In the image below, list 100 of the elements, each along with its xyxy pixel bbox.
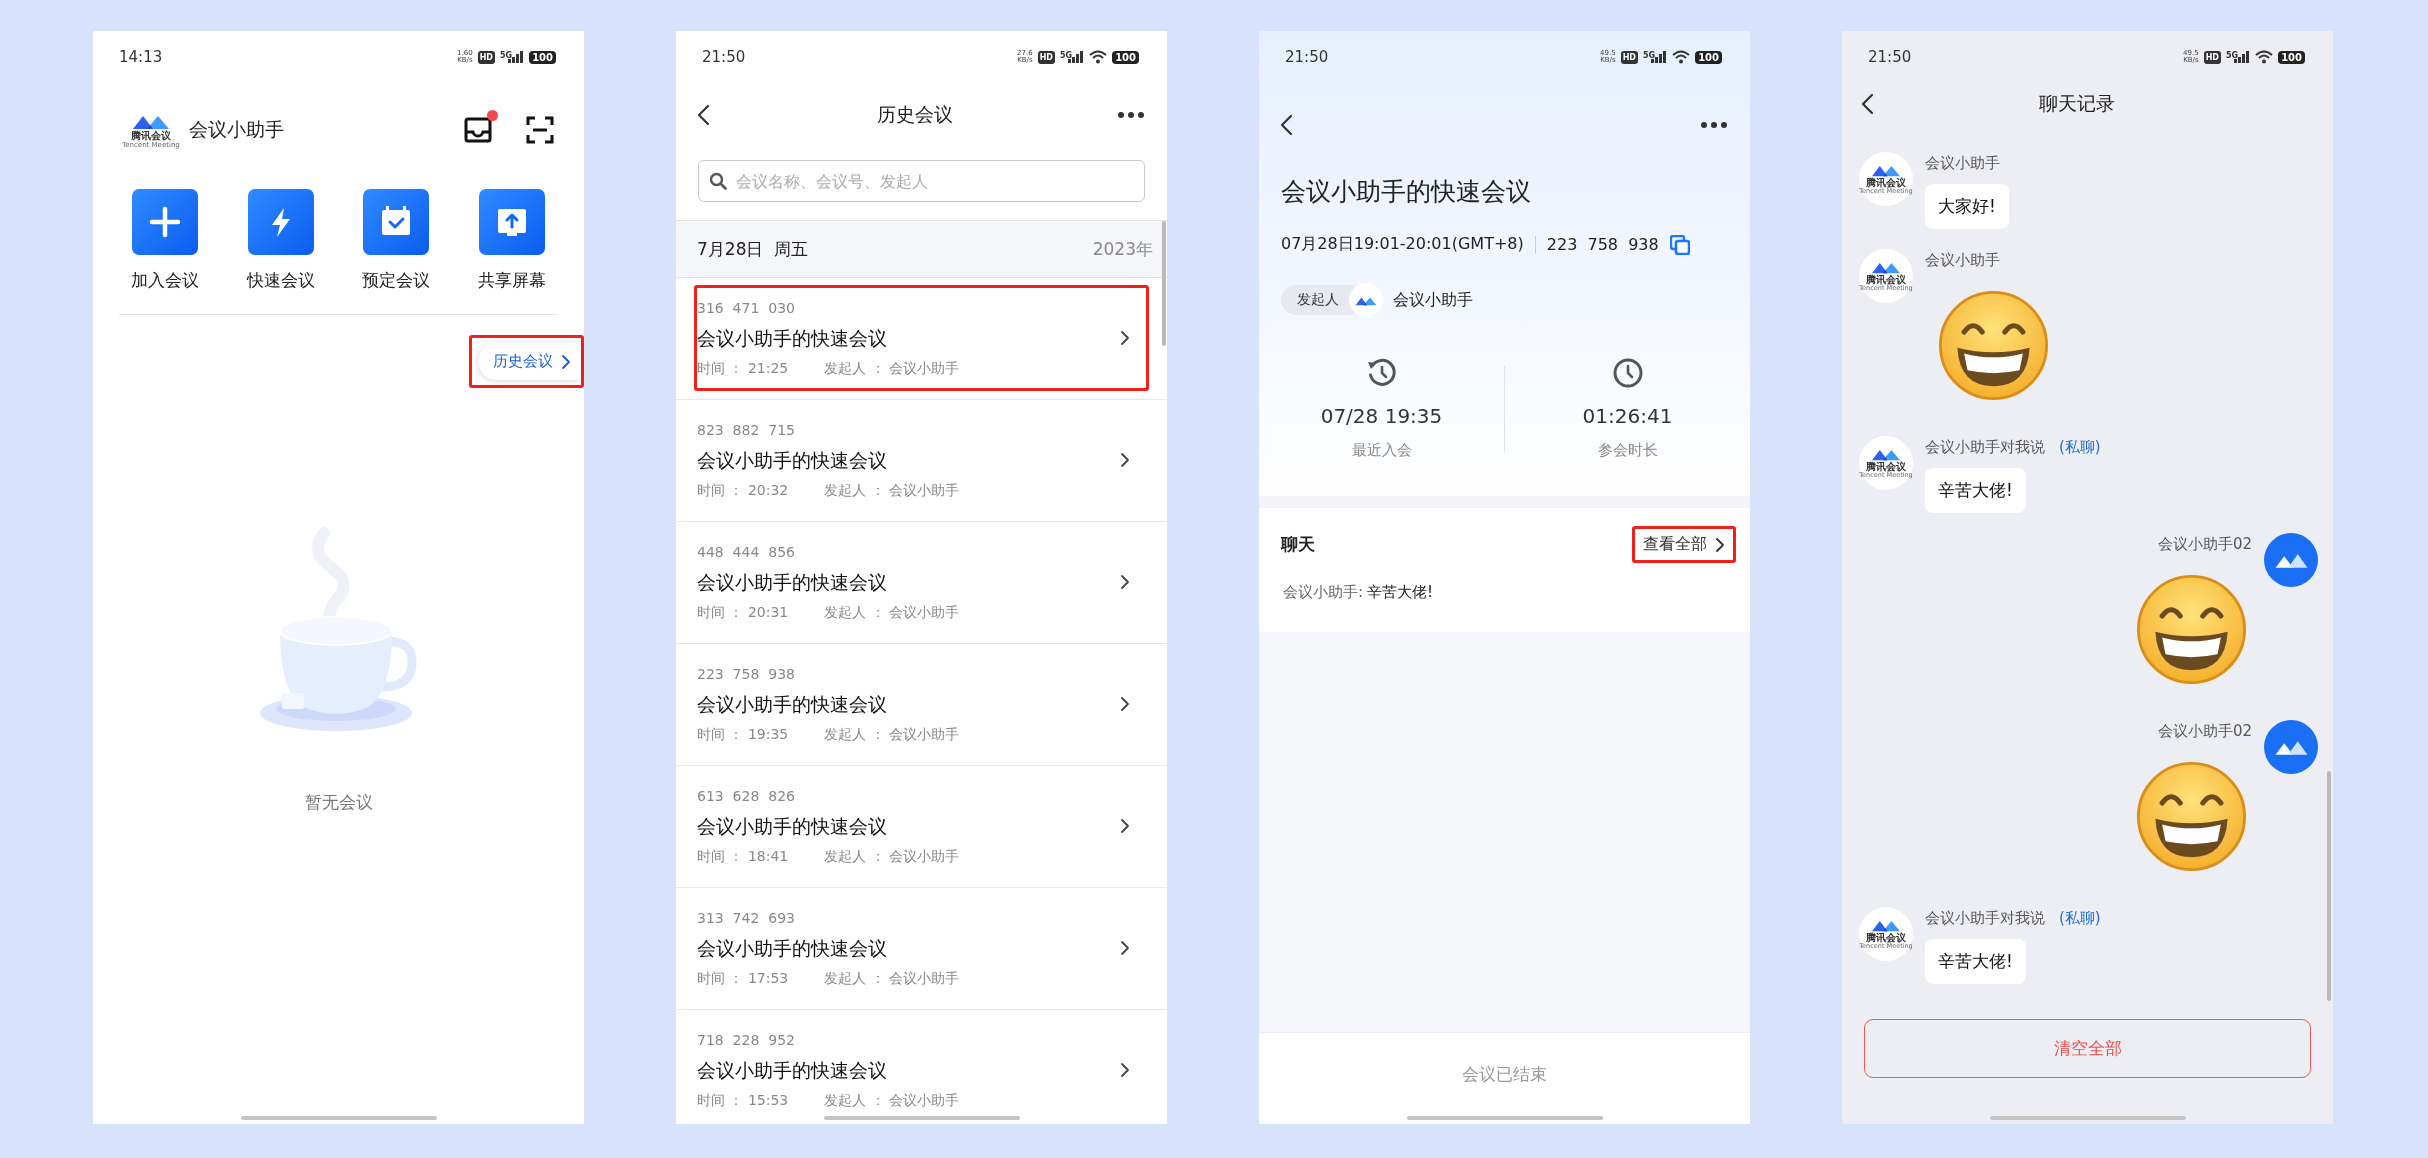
battery-indicator: 100: [1695, 50, 1722, 64]
hd-badge: HD: [477, 50, 495, 64]
action-button[interactable]: 加入会议: [107, 189, 223, 292]
search-field[interactable]: 会议名称、会议号、发起人: [698, 160, 1145, 202]
clock-icon: [1611, 357, 1644, 389]
meeting-time: 时间 ： 15:53: [697, 1091, 789, 1110]
message-bubble: 大家好!: [1925, 184, 2009, 229]
status-time: 21:50: [1285, 48, 1329, 66]
meeting-title: 会议小助手的快速会议: [697, 448, 888, 473]
meeting-number: 223 758 938: [697, 665, 796, 684]
avatar: [2264, 533, 2318, 587]
logo-icon: [1871, 260, 1901, 274]
more-icon[interactable]: [1117, 111, 1145, 119]
meeting-title: 会议小助手的快速会议: [697, 814, 888, 839]
meeting-row[interactable]: 223 758 938 会议小助手的快速会议 时间 ： 19:35 发起人 ： 会议小助手: [694, 651, 1149, 757]
meeting-number: 448 444 856: [697, 543, 796, 562]
chevron-icon: [561, 353, 571, 370]
action-button[interactable]: 预定会议: [338, 189, 455, 292]
meeting-number: 223 758 938: [1546, 235, 1659, 254]
meeting-title: 会议小助手的快速会议: [697, 692, 888, 717]
action-button[interactable]: 快速会议: [222, 189, 339, 292]
private-tag: (私聊): [2059, 436, 2101, 458]
back-icon[interactable]: [1279, 113, 1295, 137]
meeting-time: 时间 ： 17:53: [697, 969, 789, 988]
meeting-number: 313 742 693: [697, 909, 796, 928]
chevron-icon: [1120, 330, 1130, 346]
empty-state-text: 暂无会议: [304, 791, 373, 814]
avatar: [2264, 720, 2318, 774]
meeting-row[interactable]: 718 228 952 会议小助手的快速会议 时间 ： 15:53 发起人 ： 会议小助手: [694, 1017, 1149, 1123]
meeting-time: 时间 ： 19:35: [697, 725, 789, 744]
hd-badge: HD: [1037, 50, 1055, 64]
meeting-host: 发起人 ： 会议小助手: [824, 481, 960, 500]
chevron-icon: [1120, 574, 1130, 590]
section-title: 聊天: [1281, 533, 1315, 556]
meeting-row[interactable]: 823 882 715 会议小助手的快速会议 时间 ： 20:32 发起人 ： 会议小助手: [694, 407, 1149, 513]
chevron-icon: [1120, 452, 1130, 468]
lightning-icon: [247, 189, 314, 255]
status-time: 21:50: [1868, 48, 1912, 66]
message-bubble: 辛苦大佬!: [1925, 468, 2026, 513]
sender-name: 会议小助手: [1925, 153, 2000, 174]
meeting-number: 316 471 030: [697, 299, 796, 318]
meeting-title: 会议小助手的快速会议: [1280, 176, 1532, 208]
meeting-host: 发起人 ： 会议小助手: [824, 847, 960, 866]
meeting-time: 时间 ： 20:32: [697, 481, 789, 500]
chevron-icon: [1715, 536, 1725, 553]
logo-text: 腾讯会议: [1866, 274, 1906, 285]
battery-indicator: 100: [2278, 50, 2305, 64]
action-button[interactable]: 共享屏幕: [454, 189, 570, 292]
meeting-row[interactable]: 316 471 030 会议小助手的快速会议 时间 ： 21:25 发起人 ： 会议小助手: [694, 285, 1149, 391]
host-name: 会议小助手: [1393, 289, 1473, 311]
history-button[interactable]: 历史会议: [478, 343, 581, 380]
scan-icon[interactable]: [526, 116, 554, 144]
hd-badge: HD: [1620, 50, 1638, 64]
back-icon[interactable]: [696, 103, 712, 127]
logo-text: 腾讯会议: [1866, 461, 1906, 472]
more-icon[interactable]: [1700, 121, 1728, 129]
inbox-icon[interactable]: [464, 117, 492, 143]
logo-icon: [1871, 163, 1901, 177]
stat-label: 最近入会: [1351, 441, 1412, 460]
meeting-row[interactable]: 613 628 826 会议小助手的快速会议 时间 ： 18:41 发起人 ： 会议小助手: [694, 773, 1149, 879]
meeting-title: 会议小助手的快速会议: [697, 326, 888, 351]
copy-icon[interactable]: [1669, 234, 1690, 255]
hd-badge: HD: [2203, 50, 2221, 64]
sender-name: 会议小助手对我说: [1925, 908, 2045, 929]
chevron-icon: [1120, 818, 1130, 834]
stat-value: 07/28 19:35: [1320, 404, 1443, 428]
meeting-host: 发起人 ： 会议小助手: [824, 969, 960, 988]
chevron-icon: [1120, 940, 1130, 956]
view-all-button[interactable]: 查看全部: [1643, 534, 1725, 555]
logo-text: 腾讯会议: [1866, 177, 1906, 188]
date-label: 7月28日 周五: [697, 237, 809, 261]
meeting-host: 发起人 ： 会议小助手: [824, 359, 960, 378]
stat-label: 参会时长: [1597, 441, 1658, 460]
logo-text: 腾讯会议: [1866, 932, 1906, 943]
meeting-row[interactable]: 313 742 693 会议小助手的快速会议 时间 ： 17:53 发起人 ： 会议小助手: [694, 895, 1149, 1001]
meeting-host: 发起人 ： 会议小助手: [824, 725, 960, 744]
meeting-number: 718 228 952: [697, 1031, 796, 1050]
sender-name: 会议小助手对我说: [1925, 437, 2045, 458]
private-tag: (私聊): [2059, 907, 2101, 929]
meeting-time: 时间 ： 21:25: [697, 359, 789, 378]
back-icon[interactable]: [1860, 92, 1876, 116]
network-type: 5G: [2226, 51, 2239, 60]
network-type: 5G: [500, 51, 513, 60]
meeting-number: 613 628 826: [697, 787, 796, 806]
year-label: 2023年: [1092, 237, 1153, 261]
history-icon: [1365, 357, 1398, 389]
app-title: 会议小助手: [189, 117, 285, 142]
network-type: 5G: [1060, 51, 1073, 60]
meeting-ended-label: 会议已结束: [1462, 1063, 1547, 1086]
message-sender: 会议小助手:: [1283, 583, 1364, 602]
meeting-host: 发起人 ： 会议小助手: [824, 1091, 960, 1110]
battery-indicator: 100: [1112, 50, 1139, 64]
page-title: 历史会议: [876, 102, 953, 127]
plus-icon: [131, 189, 198, 255]
meeting-time: 时间 ： 18:41: [697, 847, 789, 866]
meeting-row[interactable]: 448 444 856 会议小助手的快速会议 时间 ： 20:31 发起人 ： 会议小助手: [694, 529, 1149, 635]
meeting-title: 会议小助手的快速会议: [697, 570, 888, 595]
network-type: 5G: [1643, 51, 1656, 60]
meeting-host: 发起人 ： 会议小助手: [824, 603, 960, 622]
sender-name: 会议小助手: [1925, 250, 2000, 271]
